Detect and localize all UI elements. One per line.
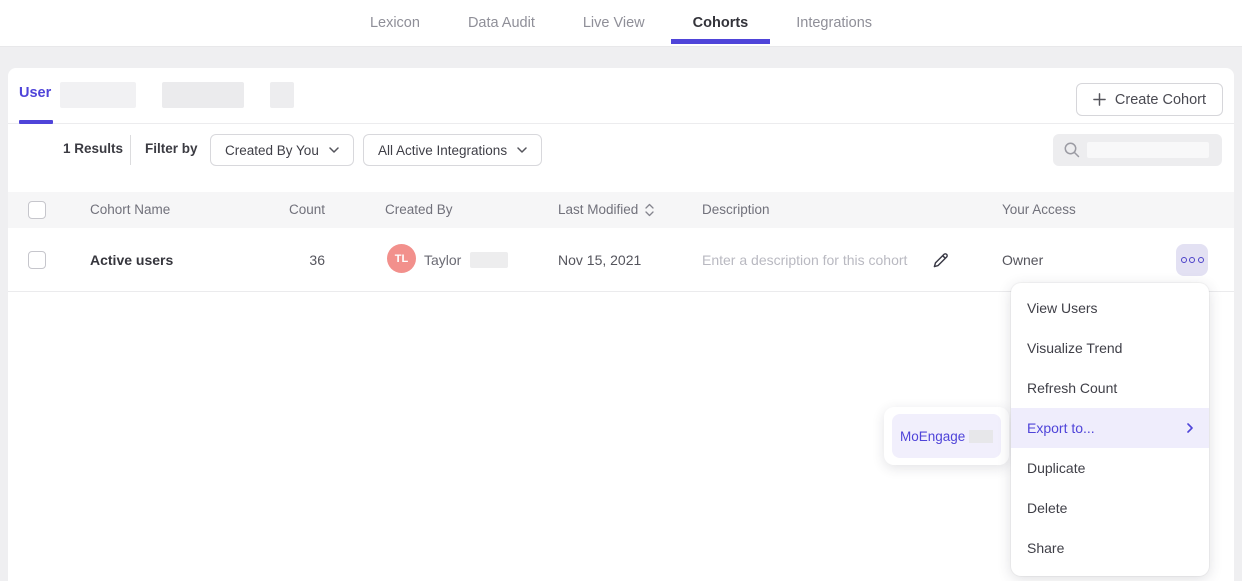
more-dot — [1189, 257, 1195, 263]
row-more-actions-button[interactable] — [1176, 244, 1208, 276]
redacted-search-text — [1087, 142, 1209, 158]
tab-user-cohorts[interactable]: User — [19, 85, 51, 101]
redacted-tab-1 — [60, 82, 136, 108]
created-by-dropdown[interactable]: Created By You — [210, 134, 354, 166]
search-icon — [1063, 141, 1081, 159]
menu-item-share[interactable]: Share — [1011, 528, 1209, 568]
cohort-type-tabs: User Create Cohort — [8, 68, 1234, 124]
cohort-count: 36 — [283, 252, 325, 268]
top-navigation: Lexicon Data Audit Live View Cohorts Int… — [0, 0, 1242, 47]
header-last-modified[interactable]: Last Modified — [558, 202, 638, 217]
redacted-submenu-text — [969, 430, 993, 443]
create-cohort-label: Create Cohort — [1115, 92, 1206, 108]
header-description: Description — [702, 202, 770, 217]
header-created-by: Created By — [385, 202, 453, 217]
header-cohort-name: Cohort Name — [90, 202, 170, 217]
redacted-tab-3 — [270, 82, 294, 108]
row-context-menu: View Users Visualize Trend Refresh Count… — [1011, 283, 1209, 576]
redacted-last-name — [470, 252, 508, 268]
cohorts-page: Lexicon Data Audit Live View Cohorts Int… — [0, 0, 1242, 581]
table-header: Cohort Name Count Created By Last Modifi… — [8, 192, 1234, 228]
more-dot — [1181, 257, 1187, 263]
tab-lexicon[interactable]: Lexicon — [370, 0, 420, 46]
avatar: TL — [387, 244, 416, 273]
menu-item-view-users[interactable]: View Users — [1011, 288, 1209, 328]
menu-item-duplicate[interactable]: Duplicate — [1011, 448, 1209, 488]
tab-integrations[interactable]: Integrations — [796, 0, 872, 46]
create-cohort-button[interactable]: Create Cohort — [1076, 83, 1223, 116]
menu-item-refresh-count[interactable]: Refresh Count — [1011, 368, 1209, 408]
export-submenu: MoEngage — [884, 407, 1009, 465]
description-field[interactable]: Enter a description for this cohort — [702, 252, 907, 268]
edit-description-icon[interactable] — [930, 250, 951, 271]
access-level: Owner — [1002, 252, 1043, 268]
header-your-access: Your Access — [1002, 202, 1076, 217]
results-count: 1 Results — [63, 141, 123, 156]
plus-icon — [1093, 93, 1106, 106]
menu-item-export-to[interactable]: Export to... — [1011, 408, 1209, 448]
last-modified-date: Nov 15, 2021 — [558, 252, 641, 268]
submenu-item-moengage[interactable]: MoEngage — [892, 414, 1001, 458]
cohort-name[interactable]: Active users — [90, 252, 173, 268]
search-input[interactable] — [1053, 134, 1222, 166]
select-all-checkbox[interactable] — [28, 201, 46, 219]
sort-icon[interactable] — [645, 203, 654, 217]
chevron-down-icon — [329, 147, 339, 153]
divider — [130, 135, 131, 165]
redacted-tab-2 — [162, 82, 244, 108]
more-dot — [1198, 257, 1204, 263]
created-by-name: Taylor — [424, 252, 461, 268]
created-by-dropdown-value: Created By You — [225, 143, 319, 158]
filter-by-label: Filter by — [145, 141, 198, 156]
filter-bar: 1 Results Filter by Created By You All A… — [8, 124, 1234, 176]
integrations-dropdown[interactable]: All Active Integrations — [363, 134, 542, 166]
tab-cohorts[interactable]: Cohorts — [693, 0, 749, 46]
menu-item-delete[interactable]: Delete — [1011, 488, 1209, 528]
export-to-label: Export to... — [1027, 420, 1095, 436]
menu-item-visualize-trend[interactable]: Visualize Trend — [1011, 328, 1209, 368]
tab-data-audit[interactable]: Data Audit — [468, 0, 535, 46]
row-checkbox[interactable] — [28, 251, 46, 269]
integrations-dropdown-value: All Active Integrations — [378, 143, 507, 158]
header-count: Count — [283, 202, 325, 217]
chevron-down-icon — [517, 147, 527, 153]
chevron-right-icon — [1187, 423, 1193, 433]
moengage-label: MoEngage — [900, 429, 965, 444]
tab-live-view[interactable]: Live View — [583, 0, 645, 46]
